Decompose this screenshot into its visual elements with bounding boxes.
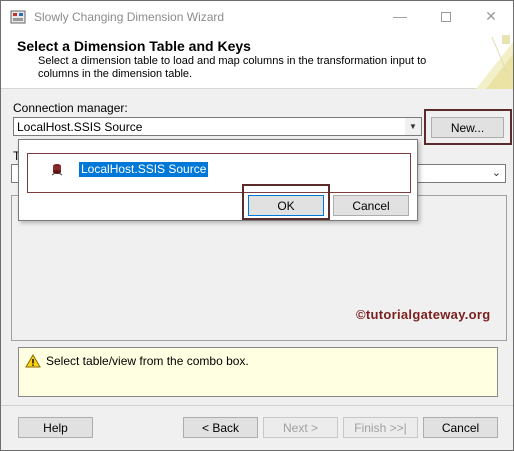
window-title: Slowly Changing Dimension Wizard bbox=[34, 10, 225, 24]
help-button[interactable]: Help bbox=[18, 417, 93, 438]
maximize-button[interactable] bbox=[423, 1, 469, 32]
finish-button[interactable]: Finish >>| bbox=[343, 417, 418, 438]
footer-divider bbox=[1, 405, 513, 406]
app-icon bbox=[10, 10, 26, 24]
next-button[interactable]: Next > bbox=[263, 417, 338, 438]
watermark: ©tutorialgateway.org bbox=[356, 307, 491, 322]
data-source-icon bbox=[51, 164, 63, 176]
ok-button[interactable]: OK bbox=[248, 195, 324, 216]
page-header: Select a Dimension Table and Keys Select… bbox=[1, 32, 513, 89]
connection-list[interactable]: LocalHost.SSIS Source bbox=[27, 153, 411, 193]
wizard-window: Slowly Changing Dimension Wizard — ✕ Sel… bbox=[0, 0, 514, 451]
wizard-banner-art bbox=[476, 35, 513, 89]
table-combo[interactable]: ⌄ bbox=[411, 164, 506, 183]
new-connection-button[interactable]: New... bbox=[431, 117, 504, 138]
connection-manager-value: LocalHost.SSIS Source bbox=[17, 120, 143, 134]
warning-icon bbox=[25, 354, 41, 368]
chevron-down-icon[interactable]: ⌄ bbox=[492, 166, 501, 179]
connection-select-dialog: LocalHost.SSIS Source OK Cancel bbox=[18, 139, 418, 221]
close-button[interactable]: ✕ bbox=[468, 1, 514, 32]
title-bar: Slowly Changing Dimension Wizard — ✕ bbox=[1, 1, 513, 32]
dropdown-arrow-icon[interactable]: ▼ bbox=[405, 118, 421, 135]
status-message-panel: Select table/view from the combo box. bbox=[18, 347, 498, 397]
list-item-label[interactable]: LocalHost.SSIS Source bbox=[79, 162, 209, 177]
maximize-icon bbox=[441, 12, 451, 23]
page-description: Select a dimension table to load and map… bbox=[38, 55, 427, 80]
warning-message: Select table/view from the combo box. bbox=[46, 354, 249, 368]
back-button[interactable]: < Back bbox=[183, 417, 258, 438]
minimize-button[interactable]: — bbox=[377, 1, 423, 32]
page-title: Select a Dimension Table and Keys bbox=[17, 38, 251, 54]
cancel-button[interactable]: Cancel bbox=[423, 417, 498, 438]
cancel-dialog-button[interactable]: Cancel bbox=[333, 195, 409, 216]
connection-manager-label: Connection manager: bbox=[13, 101, 128, 115]
connection-manager-combo[interactable]: LocalHost.SSIS Source ▼ bbox=[13, 117, 422, 136]
